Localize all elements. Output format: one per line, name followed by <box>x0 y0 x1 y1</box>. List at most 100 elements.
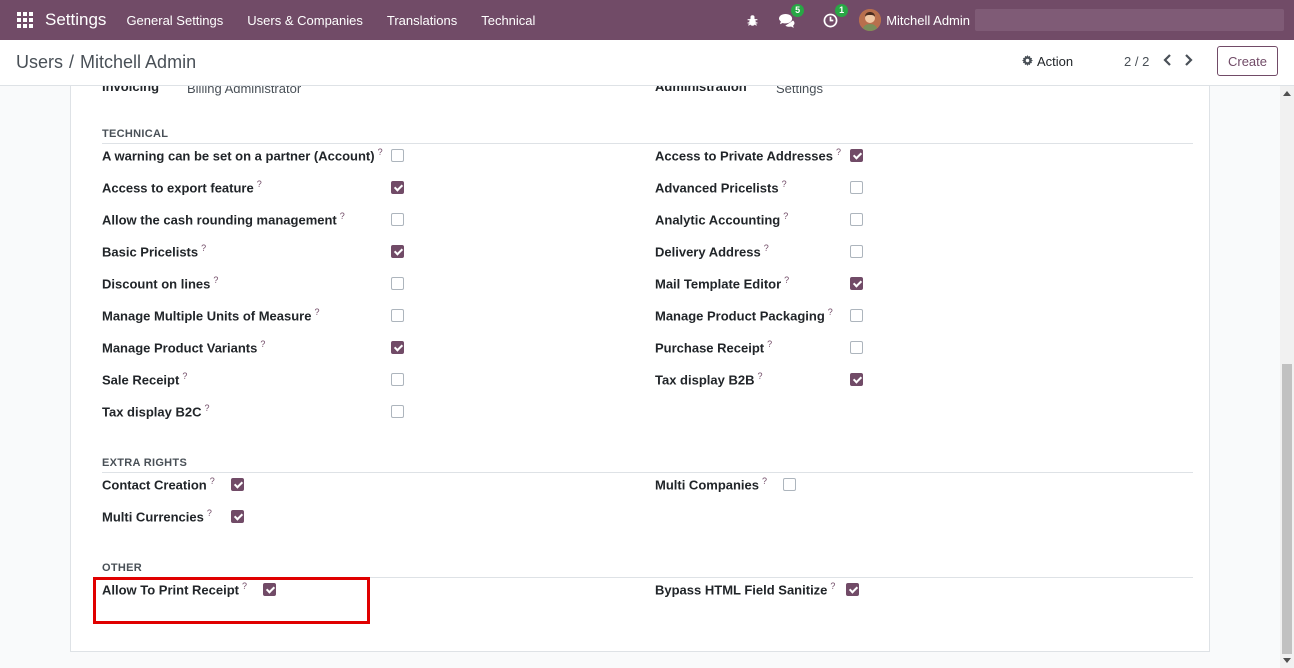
menu-translations[interactable]: Translations <box>387 13 457 28</box>
help-tooltip-icon[interactable]: ? <box>762 476 767 486</box>
vertical-scrollbar[interactable] <box>1280 86 1294 668</box>
help-tooltip-icon[interactable]: ? <box>767 339 772 349</box>
field-label-mail-template-editor: Mail Template Editor? <box>655 275 789 291</box>
checkbox-allow-the-cash-rounding-management[interactable] <box>391 213 404 226</box>
user-name[interactable]: Mitchell Admin <box>886 13 970 28</box>
control-panel: Users / Mitchell Admin Action 2 / 2 Create <box>0 40 1294 86</box>
checkbox-multi-currencies[interactable] <box>231 510 244 523</box>
checkbox-contact-creation[interactable] <box>231 478 244 491</box>
checkbox-a-warning-can-be-set-on-a-partner-account[interactable] <box>391 149 404 162</box>
field-label-text: Access to Private Addresses <box>655 148 834 164</box>
help-tooltip-icon[interactable]: ? <box>378 147 383 157</box>
help-tooltip-icon[interactable]: ? <box>210 476 215 486</box>
user-avatar[interactable] <box>859 9 882 31</box>
help-tooltip-icon[interactable]: ? <box>314 307 319 317</box>
field-label-access-to-private-addresses: Access to Private Addresses? <box>655 147 841 163</box>
help-tooltip-icon[interactable]: ? <box>830 581 835 591</box>
checkbox-bypass-html-field-sanitize[interactable] <box>846 583 859 596</box>
field-label-advanced-pricelists: Advanced Pricelists? <box>655 179 787 195</box>
checkbox-discount-on-lines[interactable] <box>391 277 404 290</box>
scrollbar-thumb[interactable] <box>1282 364 1292 654</box>
checkbox-access-to-private-addresses[interactable] <box>850 149 863 162</box>
help-tooltip-icon[interactable]: ? <box>201 243 206 253</box>
chevron-right-icon <box>1185 54 1193 66</box>
pager-next-button[interactable] <box>1182 52 1196 68</box>
field-label-text: Manage Product Variants <box>102 340 258 356</box>
checkbox-manage-product-variants[interactable] <box>391 341 404 354</box>
section-divider <box>102 472 1193 473</box>
checkbox-basic-pricelists[interactable] <box>391 245 404 258</box>
help-tooltip-icon[interactable]: ? <box>828 307 833 317</box>
breadcrumb-users-link[interactable]: Users <box>16 52 63 72</box>
help-tooltip-icon[interactable]: ? <box>784 275 789 285</box>
field-value-invoicing[interactable]: Billing Administrator <box>187 86 301 96</box>
help-tooltip-icon[interactable]: ? <box>260 339 265 349</box>
field-label-tax-display-b2b: Tax display B2B? <box>655 371 762 387</box>
help-tooltip-icon[interactable]: ? <box>836 147 841 157</box>
checkbox-access-to-export-feature[interactable] <box>391 181 404 194</box>
field-label-text: Manage Product Packaging <box>655 308 825 324</box>
checkbox-purchase-receipt[interactable] <box>850 341 863 354</box>
company-switcher-bar[interactable] <box>975 9 1284 31</box>
chevron-left-icon <box>1163 54 1171 66</box>
help-tooltip-icon[interactable]: ? <box>764 243 769 253</box>
field-label-administration: Administration <box>655 86 747 94</box>
menu-technical[interactable]: Technical <box>481 13 535 28</box>
chat-icon[interactable]: 5 <box>777 4 805 29</box>
checkbox-delivery-address[interactable] <box>850 245 863 258</box>
help-tooltip-icon[interactable]: ? <box>783 211 788 221</box>
checkbox-manage-multiple-units-of-measure[interactable] <box>391 309 404 322</box>
field-label-multi-currencies: Multi Currencies? <box>102 508 212 524</box>
checkbox-tax-display-b2b[interactable] <box>850 373 863 386</box>
help-tooltip-icon[interactable]: ? <box>340 211 345 221</box>
field-label-discount-on-lines: Discount on lines? <box>102 275 218 291</box>
apps-menu-icon[interactable] <box>17 12 33 28</box>
field-label-text: Advanced Pricelists <box>655 180 779 196</box>
section-title-extra-rights: EXTRA RIGHTS <box>102 457 188 469</box>
checkbox-multi-companies[interactable] <box>783 478 796 491</box>
chat-count-badge: 5 <box>791 4 805 17</box>
help-tooltip-icon[interactable]: ? <box>213 275 218 285</box>
field-label-text: Delivery Address <box>655 244 761 260</box>
checkbox-analytic-accounting[interactable] <box>850 213 863 226</box>
checkbox-manage-product-packaging[interactable] <box>850 309 863 322</box>
pager-value[interactable]: 2 / 2 <box>1124 54 1149 69</box>
field-label-contact-creation: Contact Creation? <box>102 476 215 492</box>
help-tooltip-icon[interactable]: ? <box>207 508 212 518</box>
activity-clock-icon[interactable]: 1 <box>821 4 849 29</box>
field-value-administration[interactable]: Settings <box>776 86 823 96</box>
action-label: Action <box>1037 54 1074 69</box>
debug-bug-icon[interactable] <box>743 11 761 29</box>
create-button[interactable]: Create <box>1217 46 1278 76</box>
app-title[interactable]: Settings <box>45 10 106 30</box>
field-label-a-warning-can-be-set-on-a-partner-account: A warning can be set on a partner (Accou… <box>102 147 383 163</box>
checkbox-mail-template-editor[interactable] <box>850 277 863 290</box>
activity-count-badge: 1 <box>835 4 849 17</box>
field-label-text: Allow To Print Receipt <box>102 582 239 598</box>
field-label-text: A warning can be set on a partner (Accou… <box>102 148 375 164</box>
field-label-allow-to-print-receipt: Allow To Print Receipt? <box>102 581 247 597</box>
top-navbar: Settings General Settings Users & Compan… <box>0 0 1294 40</box>
field-label-text: Bypass HTML Field Sanitize <box>655 582 828 598</box>
checkbox-sale-receipt[interactable] <box>391 373 404 386</box>
section-title-technical: TECHNICAL <box>102 128 169 140</box>
checkbox-allow-to-print-receipt[interactable] <box>263 583 276 596</box>
checkbox-advanced-pricelists[interactable] <box>850 181 863 194</box>
checkbox-tax-display-b2c[interactable] <box>391 405 404 418</box>
field-label-delivery-address: Delivery Address? <box>655 243 769 259</box>
help-tooltip-icon[interactable]: ? <box>242 581 247 591</box>
help-tooltip-icon[interactable]: ? <box>257 179 262 189</box>
scroll-up-arrow-icon[interactable] <box>1283 91 1291 96</box>
help-tooltip-icon[interactable]: ? <box>782 179 787 189</box>
breadcrumb-separator: / <box>69 52 75 72</box>
scroll-down-arrow-icon[interactable] <box>1283 658 1291 663</box>
action-menu-button[interactable]: Action <box>1022 54 1073 69</box>
menu-general-settings[interactable]: General Settings <box>126 13 223 28</box>
help-tooltip-icon[interactable]: ? <box>182 371 187 381</box>
field-label-text: Sale Receipt <box>102 372 180 388</box>
menu-users-companies[interactable]: Users & Companies <box>247 13 363 28</box>
pager-previous-button[interactable] <box>1160 52 1174 68</box>
help-tooltip-icon[interactable]: ? <box>757 371 762 381</box>
help-tooltip-icon[interactable]: ? <box>204 403 209 413</box>
field-label-sale-receipt: Sale Receipt? <box>102 371 187 387</box>
